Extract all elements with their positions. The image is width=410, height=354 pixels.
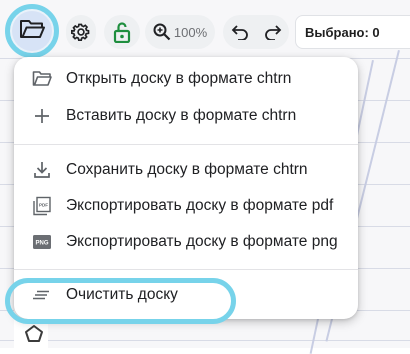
settings-button[interactable]	[66, 15, 96, 49]
selection-counter: Выбрано: 0	[295, 15, 410, 49]
menu-item-label: Экспортировать доску в формате pdf	[66, 197, 334, 214]
polygon-tool-icon[interactable]	[24, 324, 44, 349]
lock-button[interactable]	[104, 15, 140, 49]
png-file-icon: PNG	[32, 232, 52, 252]
plus-icon	[32, 106, 52, 126]
selected-count-label: Выбрано: 0	[305, 24, 380, 40]
folder-open-icon	[19, 18, 45, 45]
download-icon	[32, 160, 52, 180]
zoom-level: 100%	[173, 24, 208, 40]
menu-item-insert-board[interactable]: Вставить доску в формате chtrn	[14, 99, 358, 133]
lock-open-icon	[112, 21, 132, 43]
menu-divider	[14, 144, 358, 145]
redo-icon[interactable]	[264, 24, 282, 40]
menu-item-label: Вставить доску в формате chtrn	[66, 107, 297, 124]
menu-item-save-board[interactable]: Сохранить доску в формате chtrn	[14, 153, 358, 187]
magnifier-plus-icon	[153, 23, 171, 41]
folder-open-icon	[32, 69, 52, 89]
svg-text:PNG: PNG	[35, 241, 48, 247]
menu-divider	[14, 269, 358, 270]
gear-icon	[71, 22, 91, 42]
menu-item-open-board[interactable]: Открыть доску в формате chtrn	[14, 62, 358, 96]
menu-item-export-pdf[interactable]: PDF Экспортировать доску в формате pdf	[14, 189, 358, 223]
grid-line	[0, 340, 410, 341]
pdf-file-icon: PDF	[32, 196, 52, 216]
svg-text:PDF: PDF	[39, 203, 48, 208]
menu-item-export-png[interactable]: PNG Экспортировать доску в формате png	[14, 225, 358, 259]
zoom-button[interactable]: 100%	[145, 15, 215, 49]
history-controls	[223, 15, 289, 49]
highlight-ring	[5, 278, 236, 324]
menu-item-label: Открыть доску в формате chtrn	[66, 70, 292, 87]
undo-icon[interactable]	[231, 24, 249, 40]
menu-item-label: Сохранить доску в формате chtrn	[66, 161, 308, 178]
menu-item-label: Экспортировать доску в формате png	[66, 233, 338, 250]
open-menu-button[interactable]	[12, 11, 52, 51]
